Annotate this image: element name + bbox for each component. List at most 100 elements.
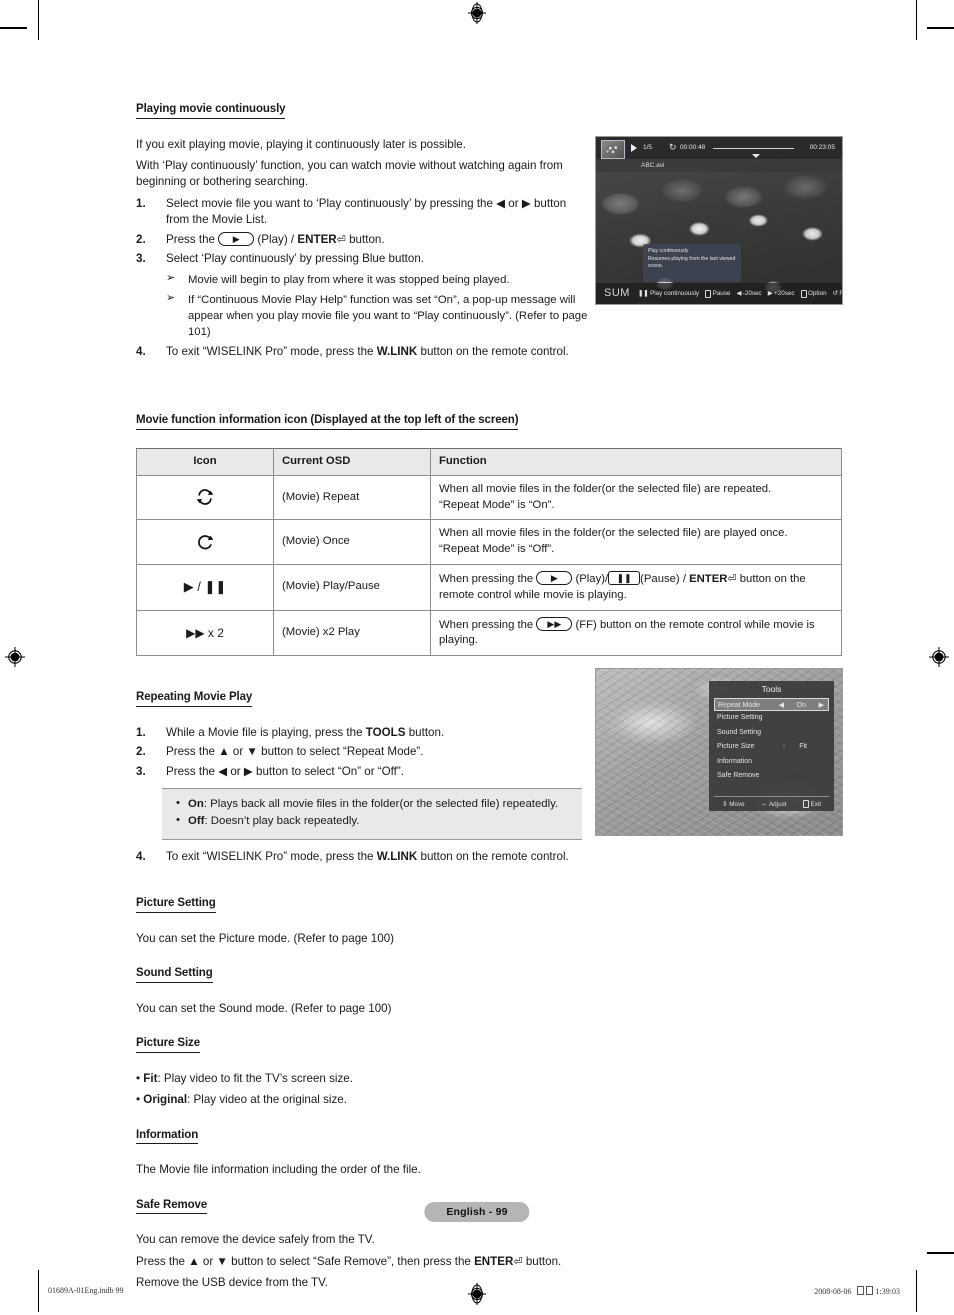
tools-item-label: Picture Setting	[717, 714, 763, 721]
hint-option[interactable]: Option	[800, 289, 827, 298]
step-2-text-a: Press the	[166, 232, 219, 246]
repeating-steps-tail: 4. To exit “WISELINK Pro” mode, press th…	[136, 849, 588, 865]
movie-index: 1/5	[643, 144, 653, 151]
table-row: ▶ / ❚❚ (Movie) Play/Pause When pressing …	[136, 563, 842, 611]
osd-label: (Movie) x2 Play	[273, 609, 431, 657]
hint-rewind-20sec[interactable]: ◀ -20sec	[736, 290, 761, 297]
play-continuously-popup: Play continuously Resumes playing from t…	[643, 244, 741, 282]
step-4-number: 4.	[136, 344, 146, 358]
column-header-current-osd: Current OSD	[273, 447, 431, 476]
playing-movie-heading: Playing movie continuously	[136, 103, 286, 119]
hint-pause[interactable]: Pause	[705, 289, 730, 298]
function-description: When all movie files in the folder(or th…	[430, 474, 842, 521]
note-box-desc-off: : Doesn’t play back repeatedly.	[204, 815, 360, 828]
playing-movie-steps: 1. Select movie file you want to ‘Play c…	[136, 196, 588, 361]
enter-icon: ⏎	[727, 572, 737, 585]
movie-thumbnail	[601, 139, 625, 159]
repeat-loop-icon	[136, 474, 274, 521]
hint-label: Return	[839, 290, 842, 297]
play-pause-icon: ▶ / ❚❚	[136, 563, 274, 611]
tv-screenshot-tools-menu: Tools Repeat Mode ◀ On ▶ Picture Setting…	[595, 668, 843, 836]
hint-forward-20sec[interactable]: ▶ +20sec	[768, 290, 795, 297]
hint-label: +20sec	[774, 290, 795, 297]
progress-bar[interactable]	[713, 148, 794, 158]
popup-title: Play continuously	[648, 248, 689, 254]
footer-time: 1:39:03	[875, 1287, 900, 1296]
return-arrow-icon: ↺	[832, 290, 838, 297]
function-line-1: When all movie files in the folder(or th…	[439, 527, 788, 540]
safe-remove-line-3: Remove the USB device from the TV.	[136, 1276, 329, 1290]
play-key-icon: ▶	[218, 231, 255, 246]
repeat-step-4-text-b: button on the remote control.	[417, 850, 569, 864]
picture-size-heading-wrap: Picture Size	[136, 1034, 842, 1062]
table-header-row: Icon Current OSD Function	[136, 447, 842, 476]
tools-footer-hints: ⇕ Move ⇔ Adjust Exit	[714, 796, 829, 808]
hint-return[interactable]: ↺Return	[832, 290, 842, 297]
function-line-2: “Repeat Mode” is “On”.	[439, 498, 555, 511]
step-3-text: Select ‘Play continuously’ by pressing B…	[166, 252, 425, 266]
repeat-step-4-number: 4.	[136, 850, 146, 864]
tools-item-value: Fit	[799, 743, 807, 750]
table-row: (Movie) Once When all movie files in the…	[136, 519, 842, 565]
picture-size-term-original: Original	[143, 1093, 188, 1107]
note-2-text: If “Continuous Movie Play Help” function…	[188, 293, 588, 338]
wlink-bold: W.LINK	[376, 850, 418, 864]
play-state-icon	[631, 144, 637, 152]
page-number-badge: English - 99	[424, 1202, 530, 1222]
osd-label: (Movie) Repeat	[273, 474, 431, 521]
hint-play-continuously[interactable]: ❚❚ Play continuously	[638, 290, 699, 297]
print-footer-filename: 01689A-01Eng.indb 99	[48, 1286, 124, 1295]
note-2: ➢ If “Continuous Movie Play Help” functi…	[166, 292, 588, 340]
tools-item-information[interactable]: Information	[714, 755, 829, 770]
icon-table-heading: Movie function information icon (Display…	[136, 415, 519, 430]
tools-osd-panel: Tools Repeat Mode ◀ On ▶ Picture Setting…	[709, 681, 834, 811]
enter-key-icon	[705, 289, 712, 298]
repeat-mode-note-box: • On: Plays back all movie files in the …	[162, 788, 582, 841]
tools-item-sound-setting[interactable]: Sound Setting	[714, 726, 829, 741]
crop-mark-bottom-left-vertical	[38, 1270, 39, 1312]
hint-label: Play continuously	[650, 290, 700, 297]
hint-exit[interactable]: Exit	[802, 800, 821, 808]
missing-glyph-box	[856, 1286, 864, 1295]
table-row: (Movie) Repeat When all movie files in t…	[136, 474, 842, 521]
fn-mid2: (Pause) /	[640, 572, 690, 585]
hint-adjust[interactable]: ⇔ Adjust	[761, 800, 787, 808]
bullet-dot-icon: •	[136, 1093, 141, 1107]
tools-item-picture-size[interactable]: Picture Size : Fit	[714, 740, 829, 755]
fn-mid1: (Play)/	[572, 572, 609, 585]
ff-key-icon: ▶▶	[536, 616, 573, 631]
osd-label: (Movie) Once	[273, 519, 431, 565]
tools-item-safe-remove[interactable]: Safe Remove	[714, 769, 829, 784]
safe-remove-line-2: Press the ▲ or ▼ button to select “Safe …	[136, 1254, 842, 1271]
note-box-desc-on: : Plays back all movie files in the fold…	[203, 798, 559, 811]
exit-key-icon	[802, 800, 809, 808]
movie-filename-bar: ABC.avi	[596, 159, 842, 172]
repeat-step-4: 4. To exit “WISELINK Pro” mode, press th…	[136, 849, 588, 865]
fn-pre: When pressing the	[439, 618, 537, 631]
left-arrow-icon: ◀	[736, 290, 742, 297]
tv-screenshot-movie-playback: 1/5 ↻ 00:00:48 00:23:05 ABC.avi Play con…	[595, 136, 843, 305]
tools-item-picture-setting[interactable]: Picture Setting	[714, 711, 829, 726]
hint-label: Move	[729, 800, 745, 808]
leftright-arrow-icon: ⇔	[760, 800, 767, 808]
repeating-movie-play-heading: Repeating Movie Play	[136, 692, 252, 707]
repeat-step-3: 3. Press the ◀ or ▶ button to select “On…	[136, 764, 588, 780]
tools-item-label: Sound Setting	[717, 728, 761, 736]
tools-item-repeat-mode[interactable]: Repeat Mode ◀ On ▶	[714, 698, 829, 711]
repeat-step-1: 1. While a Movie file is playing, press …	[136, 725, 588, 741]
picture-size-term-fit: Fit	[143, 1071, 158, 1085]
picture-size-desc-original: : Play video at the original size.	[187, 1093, 347, 1107]
crop-mark-left-horizontal-top	[0, 27, 27, 29]
progress-handle-icon[interactable]	[751, 154, 760, 158]
information-heading-wrap: Information	[136, 1126, 842, 1154]
hint-move[interactable]: ⇕ Move	[722, 800, 745, 808]
step-4: 4. To exit “WISELINK Pro” mode, press th…	[136, 344, 588, 360]
safe-remove-enter-bold: ENTER	[474, 1254, 514, 1268]
enter-icon: ⏎	[513, 1255, 523, 1268]
picture-setting-body: You can set the Picture mode. (Refer to …	[136, 931, 395, 945]
tools-item-label: Information	[717, 757, 753, 765]
safe-remove-line-1: You can remove the device safely from th…	[136, 1233, 375, 1247]
source-label: SUM	[604, 287, 630, 299]
crop-mark-right-horizontal-bottom	[927, 1252, 954, 1254]
tools-menu-list: Repeat Mode ◀ On ▶ Picture Setting Sound…	[709, 698, 834, 784]
